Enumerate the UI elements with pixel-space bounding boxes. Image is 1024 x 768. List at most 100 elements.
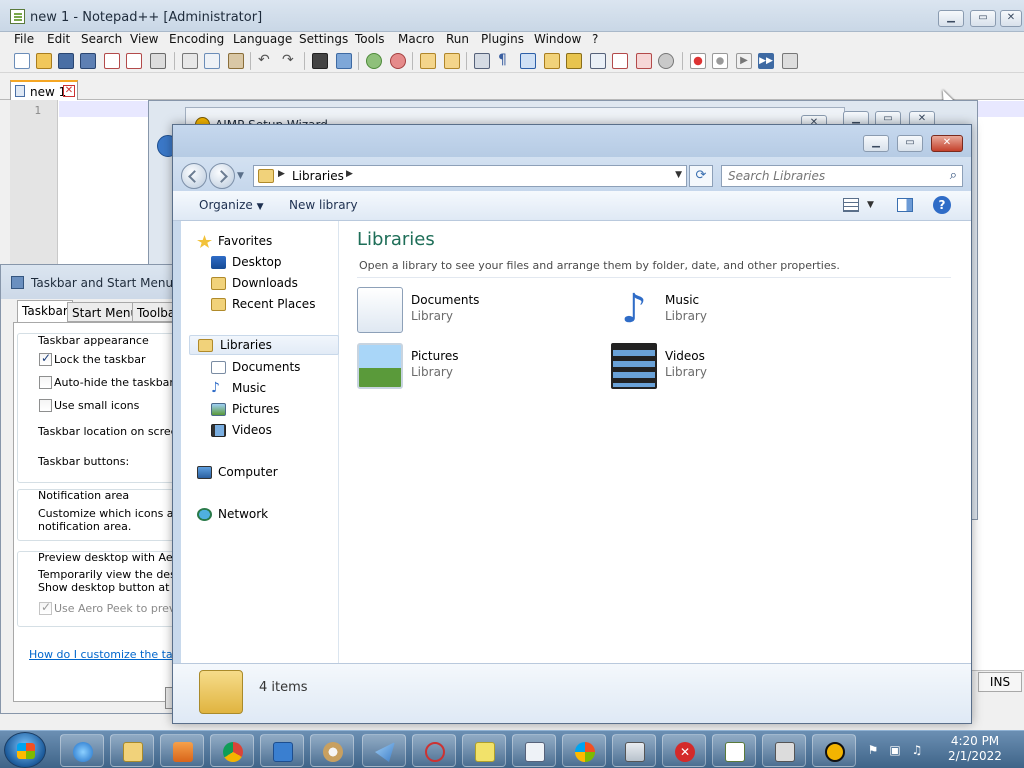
taskbar-send[interactable] [362, 734, 406, 767]
notepadpp-titlebar[interactable]: new 1 - Notepad++ [Administrator] ▁ ▭ ✕ [0, 0, 1024, 32]
menu-tools[interactable]: Tools [355, 32, 385, 46]
cut-icon[interactable] [182, 53, 198, 69]
indent-guide-icon[interactable] [520, 53, 536, 69]
use-aero-peek-checkbox[interactable] [39, 600, 52, 615]
library-music[interactable]: ♪ Music Library [611, 287, 841, 337]
library-pictures[interactable]: Pictures Library [357, 343, 587, 393]
nav-desktop[interactable]: Desktop [211, 253, 337, 273]
nav-music[interactable]: ♪ Music [211, 379, 337, 399]
menu-language[interactable]: Language [233, 32, 292, 46]
nav-recent-places[interactable]: Recent Places [211, 295, 337, 315]
nav-libraries[interactable]: Libraries [189, 335, 339, 355]
lock-taskbar-checkbox[interactable] [39, 351, 52, 366]
taskbar-windows-update[interactable] [562, 734, 606, 767]
explorer-titlebar[interactable]: ▁ ▭ ✕ [173, 125, 971, 157]
recent-pages-chevron-icon[interactable]: ▼ [237, 171, 244, 181]
find-icon[interactable] [312, 53, 328, 69]
taskbar-close-app[interactable]: ✕ [662, 734, 706, 767]
save-macro-icon[interactable] [782, 53, 798, 69]
taskbar-notepadpp[interactable] [712, 734, 756, 767]
undo-icon[interactable]: ↶ [258, 53, 274, 69]
taskbar-media-player[interactable] [160, 734, 204, 767]
explorer-minimize-button[interactable]: ▁ [863, 135, 889, 152]
folder-workspace-icon[interactable] [544, 53, 560, 69]
new-library-button[interactable]: New library [289, 198, 358, 212]
tab-taskbar[interactable]: Taskbar [17, 300, 73, 323]
nav-documents[interactable]: Documents [211, 358, 337, 378]
monitoring-icon[interactable] [636, 53, 652, 69]
menu-view[interactable]: View [130, 32, 158, 46]
open-file-icon[interactable] [36, 53, 52, 69]
help-icon[interactable]: ? [933, 196, 951, 214]
menu-run[interactable]: Run [446, 32, 469, 46]
speech-icon[interactable] [658, 53, 674, 69]
taskbar-calculator[interactable] [612, 734, 656, 767]
small-icons-checkbox[interactable] [39, 399, 52, 412]
save-all-icon[interactable] [80, 53, 96, 69]
refresh-icon[interactable]: ⟳ [689, 165, 713, 187]
function-list-icon[interactable] [566, 53, 582, 69]
menu-edit[interactable]: Edit [47, 32, 70, 46]
address-dropdown-icon[interactable]: ▼ [675, 170, 682, 180]
preview-pane-icon[interactable] [897, 198, 913, 212]
copy-icon[interactable] [204, 53, 220, 69]
doc-list-icon[interactable] [612, 53, 628, 69]
play-macro-icon[interactable]: ▶ [736, 53, 752, 69]
breadcrumb-libraries[interactable]: Libraries [292, 169, 344, 183]
autohide-taskbar-checkbox[interactable] [39, 376, 52, 389]
breadcrumb-arrow-icon[interactable]: ▶ [278, 169, 285, 179]
menu-macro[interactable]: Macro [398, 32, 434, 46]
nav-videos[interactable]: Videos [211, 421, 337, 441]
search-icon[interactable]: ⌕ [950, 168, 957, 183]
taskbar-aimp[interactable] [812, 734, 856, 767]
nav-favorites[interactable]: Favorites [197, 232, 337, 252]
taskbar-document-viewer[interactable] [512, 734, 556, 767]
close-all-icon[interactable] [126, 53, 142, 69]
view-dropdown-icon[interactable]: ▼ [867, 200, 874, 210]
menu-file[interactable]: File [14, 32, 34, 46]
sync-vertical-icon[interactable] [420, 53, 436, 69]
stop-macro-icon[interactable] [712, 53, 728, 69]
start-button[interactable] [4, 732, 46, 768]
menu-window[interactable]: Window [534, 32, 581, 46]
taskbar-snipping-tool[interactable] [412, 734, 456, 767]
sync-horizontal-icon[interactable] [444, 53, 460, 69]
search-box[interactable]: ⌕ [721, 165, 963, 187]
menu-settings[interactable]: Settings [299, 32, 348, 46]
address-bar[interactable]: ▶ Libraries ▶ ▼ [253, 165, 687, 187]
action-center-flag-icon[interactable]: ⚑ [866, 743, 880, 757]
paste-icon[interactable] [228, 53, 244, 69]
taskbar-chrome[interactable] [210, 734, 254, 767]
close-file-icon[interactable] [104, 53, 120, 69]
organize-button[interactable]: Organize ▼ [199, 198, 264, 212]
system-clock[interactable]: 4:20 PM 2/1/2022 [930, 734, 1020, 764]
minimize-button[interactable]: ▁ [938, 10, 964, 27]
nav-computer[interactable]: Computer [197, 463, 337, 483]
show-symbols-icon[interactable]: ¶ [498, 53, 514, 69]
taskbar-internet-explorer[interactable] [60, 734, 104, 767]
view-options-icon[interactable] [843, 198, 859, 212]
search-input[interactable] [728, 168, 938, 184]
new-file-icon[interactable] [14, 53, 30, 69]
nav-pictures[interactable]: Pictures [211, 400, 337, 420]
menu-plugins[interactable]: Plugins [481, 32, 524, 46]
run-macro-multiple-icon[interactable]: ▶▶ [758, 53, 774, 69]
taskbar-remote-desktop[interactable] [260, 734, 304, 767]
save-icon[interactable] [58, 53, 74, 69]
doc-map-icon[interactable] [590, 53, 606, 69]
taskbar-archive[interactable] [762, 734, 806, 767]
breadcrumb-arrow-icon[interactable]: ▶ [346, 169, 353, 179]
close-button[interactable]: ✕ [1000, 10, 1022, 27]
menu-search[interactable]: Search [81, 32, 122, 46]
word-wrap-icon[interactable] [474, 53, 490, 69]
nav-network[interactable]: Network [197, 505, 337, 525]
redo-icon[interactable]: ↷ [282, 53, 298, 69]
print-icon[interactable] [150, 53, 166, 69]
network-tray-icon[interactable]: ▣ [888, 743, 902, 757]
menu-help[interactable]: ? [592, 32, 598, 46]
record-macro-icon[interactable] [690, 53, 706, 69]
nav-downloads[interactable]: Downloads [211, 274, 337, 294]
back-button[interactable] [181, 163, 207, 189]
library-videos[interactable]: Videos Library [611, 343, 841, 393]
replace-icon[interactable] [336, 53, 352, 69]
